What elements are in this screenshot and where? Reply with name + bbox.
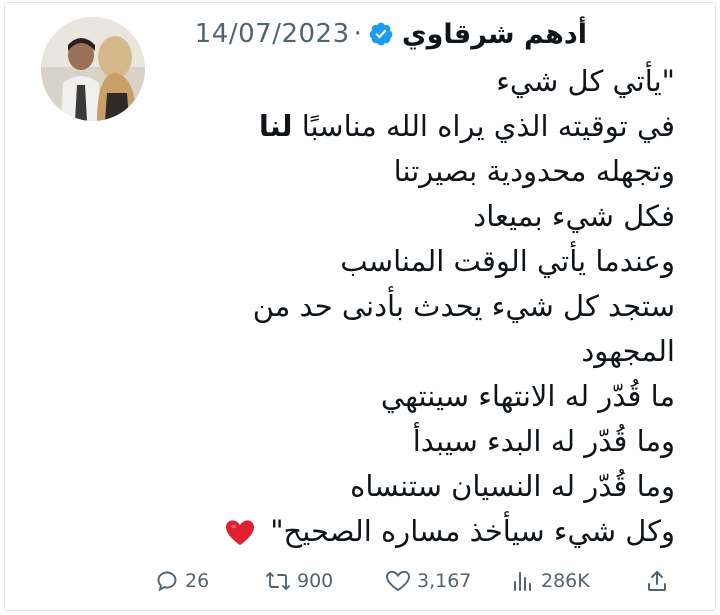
retweet-icon xyxy=(266,572,290,590)
share-button[interactable] xyxy=(645,569,675,593)
reply-count: 26 xyxy=(185,570,210,592)
tweet-line: وتجهله محدودية بصيرتنا xyxy=(393,154,675,188)
reply-button[interactable]: 26 xyxy=(155,569,265,593)
tweet-line: في توقيته الذي يراه الله مناسبًا لنا xyxy=(155,104,675,149)
tweet-line: ما قُدّر له الانتهاء سينتهي xyxy=(380,379,675,413)
like-button[interactable]: 3,167 xyxy=(385,569,511,593)
tweet-line: المجهود xyxy=(581,334,675,368)
like-icon xyxy=(386,570,410,592)
tweet-line: "يأتي كل شيء xyxy=(496,64,675,98)
tweet-line: وما قُدّر له البدء سيبدأ xyxy=(412,424,675,458)
tweet-line: ستجد كل شيء يحدث بأدنى حد من xyxy=(252,289,675,323)
tweet-card: 14/07/2023 · أدهم شرقاوي "يأتي كل شيء في… xyxy=(4,2,716,611)
tweet-line-text: وكل شيء سيأخذ مساره الصحيح" xyxy=(270,514,675,548)
tweet-line: وعندما يأتي الوقت المناسب xyxy=(340,244,675,278)
tweet-line: فكل شيء بميعاد xyxy=(473,199,675,233)
tweet-line: وما قُدّر له النسيان ستنساه xyxy=(350,469,675,503)
reply-icon xyxy=(157,571,177,592)
tweet-line-text: في توقيته الذي يراه الله مناسبًا xyxy=(301,109,675,143)
like-count: 3,167 xyxy=(417,570,472,592)
retweet-count: 900 xyxy=(297,570,334,592)
red-heart-icon xyxy=(225,520,254,546)
tweet-line: وكل شيء سيأخذ مساره الصحيح" xyxy=(155,509,675,554)
verified-badge-icon xyxy=(369,22,393,46)
tweet-bold-word: لنا xyxy=(258,109,293,143)
separator-dot: · xyxy=(353,19,362,49)
avatar[interactable] xyxy=(41,17,145,121)
retweet-button[interactable]: 900 xyxy=(265,569,385,593)
tweet-text: "يأتي كل شيء في توقيته الذي يراه الله من… xyxy=(155,59,675,554)
share-icon xyxy=(648,571,666,591)
views-button[interactable]: 286K xyxy=(511,569,645,593)
author-name[interactable]: أدهم شرقاوي xyxy=(402,19,587,50)
tweet-actions: 26 900 3,167 286K xyxy=(155,565,691,597)
tweet-header: 14/07/2023 · أدهم شرقاوي xyxy=(195,17,587,51)
tweet-date[interactable]: 14/07/2023 xyxy=(195,19,350,49)
views-count: 286K xyxy=(541,570,590,592)
views-icon xyxy=(514,572,531,591)
